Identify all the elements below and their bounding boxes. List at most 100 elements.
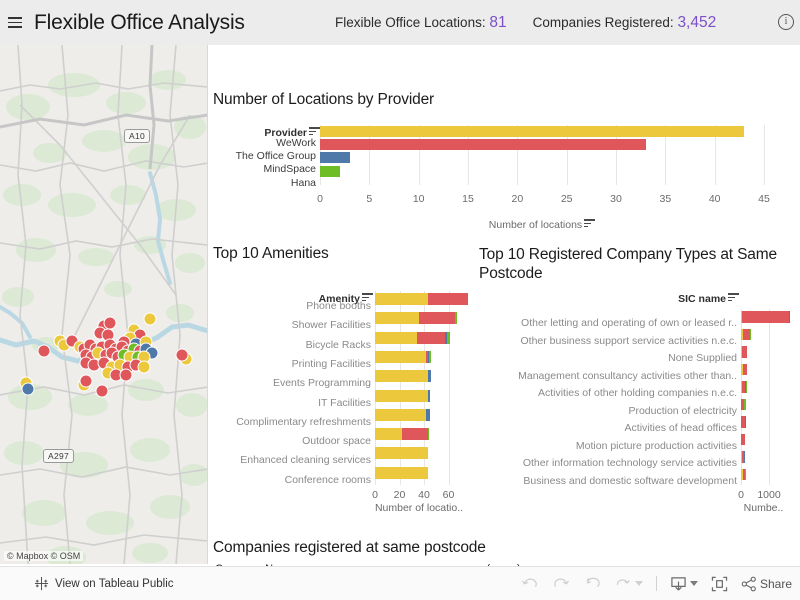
- category-label[interactable]: Business and domestic software developme…: [479, 475, 737, 487]
- category-label[interactable]: Phone booths: [213, 300, 371, 312]
- bar-segment[interactable]: [427, 428, 429, 441]
- bar-segment[interactable]: [744, 398, 747, 410]
- bar-segment[interactable]: [744, 416, 746, 428]
- category-label[interactable]: Events Programming: [213, 377, 371, 389]
- bar-the-office-group[interactable]: [320, 139, 646, 151]
- category-label[interactable]: Complimentary refreshments: [213, 416, 371, 428]
- bar-segment[interactable]: [401, 428, 428, 441]
- bar-segment[interactable]: [375, 312, 420, 325]
- category-label[interactable]: Conference rooms: [213, 474, 371, 486]
- category-label[interactable]: Shower Facilities: [213, 319, 371, 331]
- bar-segment[interactable]: [788, 311, 790, 323]
- stacked-bar[interactable]: [741, 416, 746, 428]
- view-on-tableau-public-link[interactable]: View on Tableau Public: [34, 576, 174, 591]
- category-label[interactable]: Production of electricity: [479, 405, 737, 417]
- bar-segment[interactable]: [741, 433, 746, 445]
- fullscreen-button[interactable]: [711, 576, 728, 592]
- category-label[interactable]: MindSpace: [213, 163, 316, 175]
- provider-plot-area[interactable]: [320, 125, 765, 185]
- bar-segment[interactable]: [427, 370, 432, 383]
- stacked-bar[interactable]: [375, 408, 431, 421]
- chevron-down-icon[interactable]: [634, 581, 643, 586]
- category-label[interactable]: Other information technology service act…: [479, 457, 737, 469]
- category-label[interactable]: Outdoor space: [213, 435, 371, 447]
- bar-segment[interactable]: [744, 451, 746, 463]
- bar-segment[interactable]: [742, 328, 751, 340]
- stacked-bar[interactable]: [375, 370, 432, 383]
- bar-segment[interactable]: [742, 346, 747, 358]
- category-label[interactable]: Motion picture production activities: [479, 440, 737, 452]
- bar-segment[interactable]: [428, 350, 432, 363]
- stacked-bar[interactable]: [375, 428, 429, 441]
- category-label[interactable]: IT Facilities: [213, 397, 371, 409]
- axis-title-provider-x[interactable]: Number of locations: [320, 215, 764, 233]
- stacked-bar[interactable]: [375, 447, 428, 460]
- stacked-bar[interactable]: [741, 363, 747, 375]
- bar-segment[interactable]: [416, 331, 445, 344]
- bar-segment[interactable]: [375, 408, 427, 421]
- bar-segment[interactable]: [454, 312, 458, 325]
- bar-segment[interactable]: [375, 350, 427, 363]
- stacked-bar[interactable]: [741, 311, 790, 323]
- stacked-bar[interactable]: [375, 293, 469, 305]
- stacked-bar[interactable]: [741, 381, 747, 393]
- hamburger-icon[interactable]: [8, 17, 30, 28]
- info-icon[interactable]: i: [778, 14, 794, 30]
- category-label[interactable]: Bicycle Racks: [213, 339, 371, 351]
- field-header-sic[interactable]: SIC name: [479, 289, 739, 307]
- chevron-down-icon[interactable]: [689, 581, 698, 586]
- category-label[interactable]: Management consultancy activities other …: [479, 370, 737, 382]
- bar-segment[interactable]: [375, 370, 428, 383]
- stacked-bar[interactable]: [741, 433, 746, 445]
- bar-wework[interactable]: [320, 126, 745, 137]
- category-label[interactable]: Printing Facilities: [213, 358, 371, 370]
- amenities-plot-area[interactable]: [375, 291, 473, 485]
- category-label[interactable]: Activities of head offices: [479, 422, 737, 434]
- category-label[interactable]: Other business support service activitie…: [479, 335, 737, 347]
- share-button[interactable]: Share: [741, 576, 792, 592]
- bar-segment[interactable]: [427, 293, 469, 305]
- category-label[interactable]: The Office Group: [213, 150, 316, 162]
- stacked-bar[interactable]: [375, 312, 458, 325]
- bar-segment[interactable]: [375, 293, 428, 305]
- refresh-button[interactable]: [614, 576, 643, 592]
- bar-segment[interactable]: [375, 447, 428, 460]
- sic-plot-area[interactable]: [741, 309, 797, 485]
- bar-segment[interactable]: [447, 331, 450, 344]
- bar-segment[interactable]: [426, 408, 431, 421]
- undo-button[interactable]: [521, 576, 539, 592]
- bar-segment[interactable]: [375, 466, 428, 479]
- bar-segment[interactable]: [427, 389, 431, 402]
- bar-segment[interactable]: [744, 468, 746, 480]
- bar-mindspace[interactable]: [320, 152, 350, 164]
- category-label[interactable]: Enhanced cleaning services: [213, 454, 371, 466]
- stacked-bar[interactable]: [741, 328, 751, 340]
- redo-button[interactable]: [552, 576, 570, 592]
- revert-button[interactable]: [583, 576, 601, 592]
- kpi-locations-value: 81: [489, 13, 507, 31]
- map-panel[interactable]: A10 A297 © Mapbox © OSM: [0, 45, 208, 564]
- bar-segment[interactable]: [419, 312, 455, 325]
- bar-segment[interactable]: [375, 389, 428, 402]
- stacked-bar[interactable]: [741, 451, 746, 463]
- stacked-bar[interactable]: [375, 350, 432, 363]
- category-label[interactable]: WeWork: [213, 137, 316, 149]
- bar-segment[interactable]: [746, 381, 747, 393]
- stacked-bar[interactable]: [375, 331, 450, 344]
- bar-segment[interactable]: [375, 331, 417, 344]
- bar-hana[interactable]: [320, 165, 340, 177]
- category-label[interactable]: None Supplied: [479, 352, 737, 364]
- stacked-bar[interactable]: [741, 398, 747, 410]
- bar-segment[interactable]: [375, 428, 402, 441]
- stacked-bar[interactable]: [375, 389, 431, 402]
- bar-segment[interactable]: [742, 363, 747, 375]
- category-label[interactable]: Hana: [213, 177, 316, 189]
- category-label[interactable]: Activities of other holding companies n.…: [479, 387, 737, 399]
- category-label[interactable]: Other letting and operating of own or le…: [479, 317, 737, 329]
- stacked-bar[interactable]: [741, 346, 747, 358]
- download-button[interactable]: [670, 576, 698, 592]
- stacked-bar[interactable]: [741, 468, 746, 480]
- stacked-bar[interactable]: [375, 466, 428, 479]
- bar-segment[interactable]: [750, 328, 751, 340]
- bar-segment[interactable]: [741, 311, 789, 323]
